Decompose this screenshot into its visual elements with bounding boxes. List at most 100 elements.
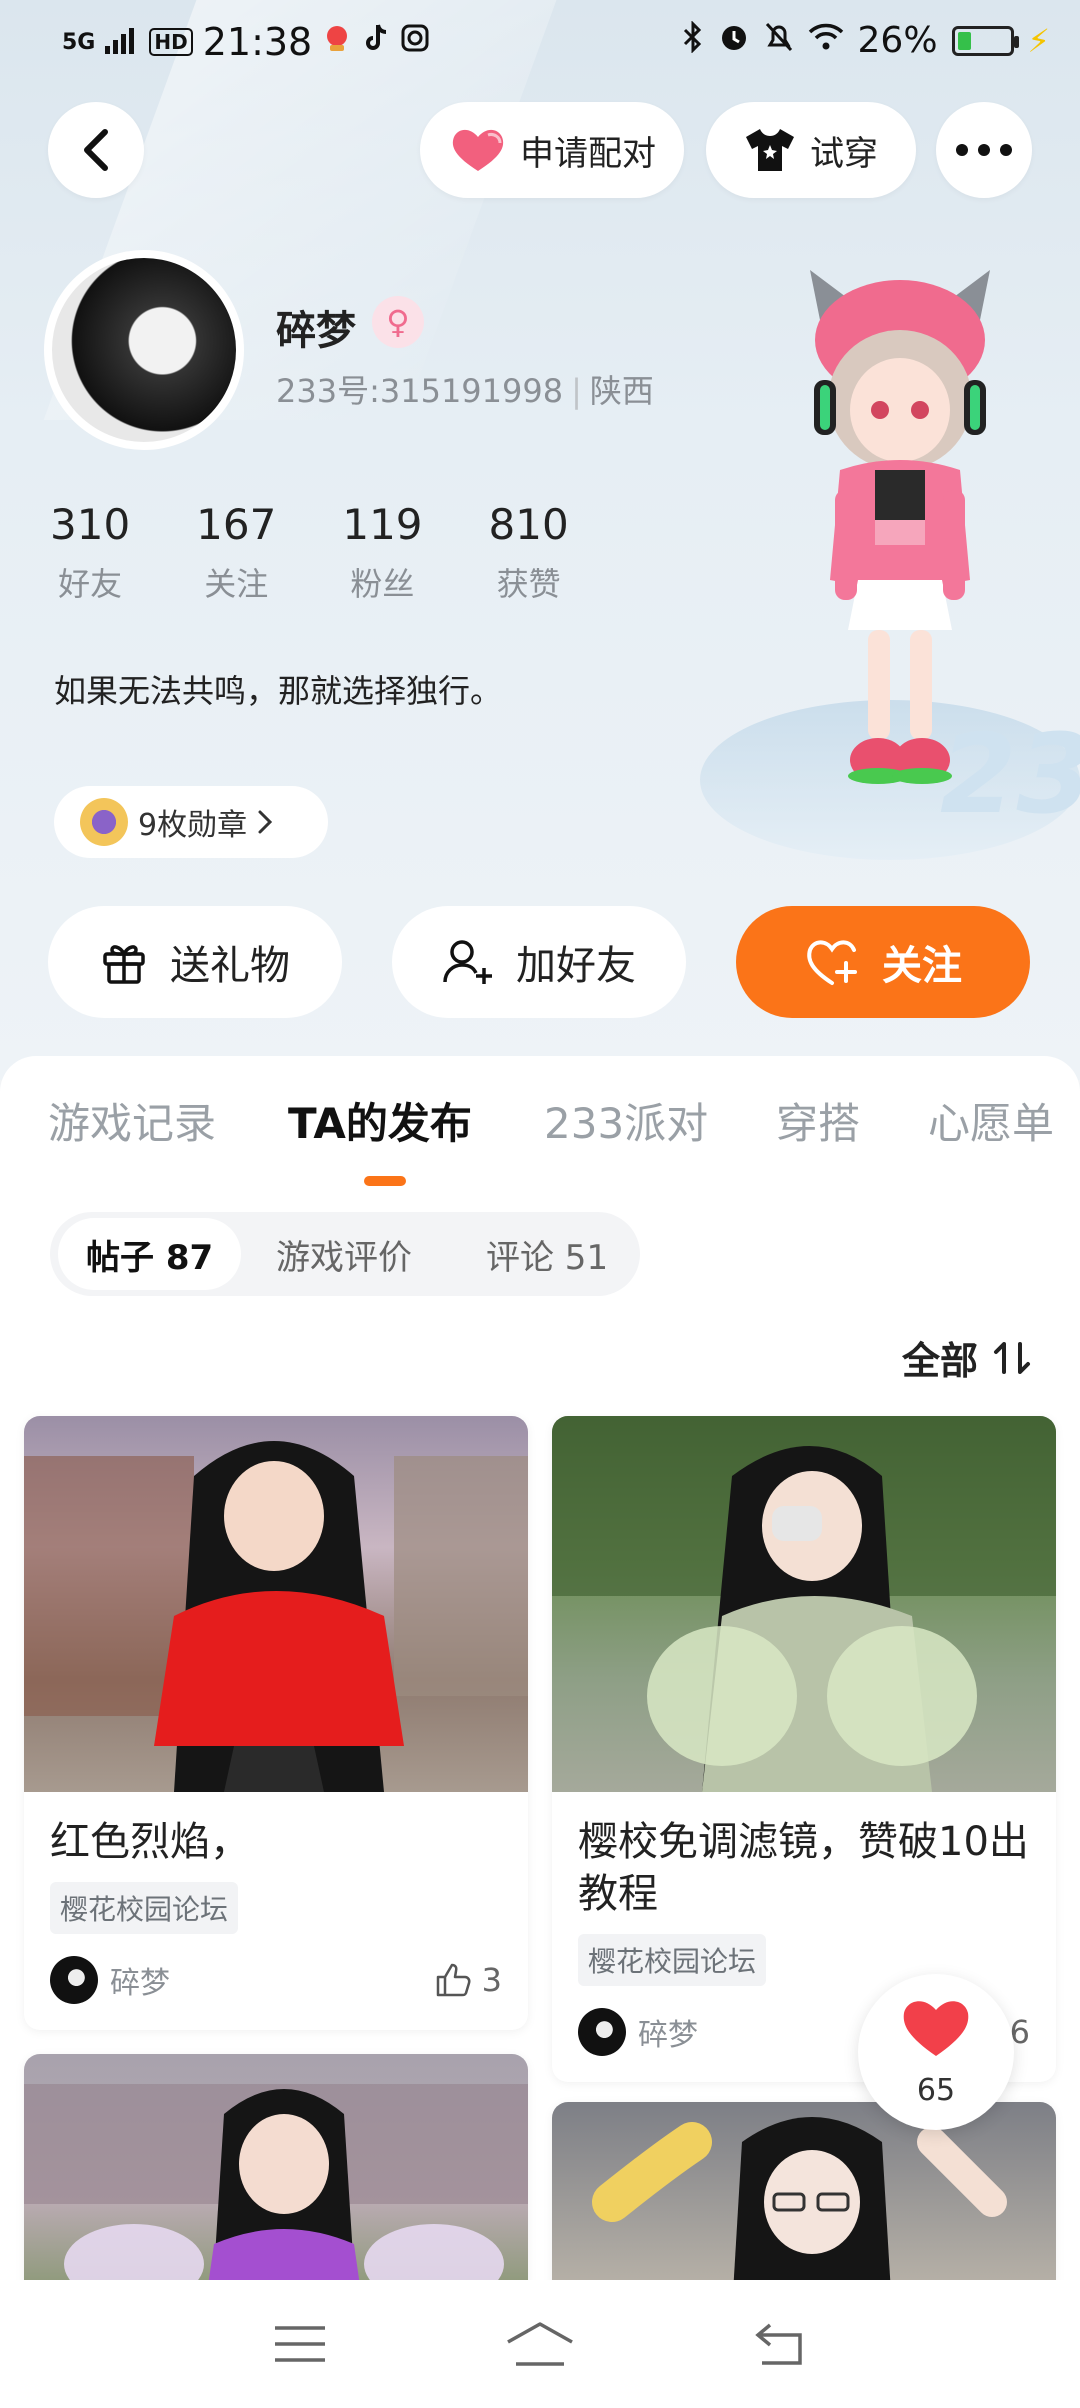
profile-name: 碎梦 [276,308,356,354]
back-arrow-icon [755,2323,802,2365]
post-image [552,1416,1056,1792]
request-pair-button[interactable]: 申请配对 [420,102,684,198]
tab-wishlist[interactable]: 心愿单 [928,1090,1054,1151]
wifi-icon [808,23,844,59]
sort-label: 全部 [901,1339,978,1383]
status-time: 21:38 [202,20,313,64]
follow-label: 关注 [882,943,962,989]
thumbs-up-icon [436,1963,471,1997]
follow-button[interactable]: 关注 [736,906,1030,1018]
charging-icon: ⚡ [1027,21,1050,60]
post-card[interactable]: 红色烈焰， 樱花校园论坛 碎梦 3 [24,1416,528,2030]
battery-percent: 26% [857,20,938,61]
tiktok-icon [362,23,390,61]
post-title: 红色烈焰， [50,1819,250,1865]
send-gift-label: 送礼物 [170,943,290,989]
stat-number: 810 [488,500,569,549]
back-button[interactable] [48,102,144,198]
chevron-left-icon [84,129,108,171]
post-image [24,1416,528,1792]
stat-friends[interactable]: 310 好友 [50,500,130,605]
avatar-image [52,258,236,442]
status-bar: 5G HD 21:38 26% ⚡ [0,0,1080,90]
heart-pair-icon [452,129,504,171]
profile-region: 陕西 [589,372,654,410]
post-figure [24,1441,528,1792]
subtab-comments[interactable]: 评论 51 [486,1212,608,1296]
medals-label: 9枚勋章 [138,808,248,843]
try-on-button[interactable]: 试穿 [706,102,916,198]
add-friend-button[interactable]: 加好友 [392,906,686,1018]
sort-dropdown[interactable]: 全部 [902,1330,1032,1385]
more-dots-icon [956,144,1012,156]
subtab-game-reviews[interactable]: 游戏评价 [276,1212,412,1296]
post-forum-tag[interactable]: 樱花校园论坛 [578,1934,767,1986]
stat-fans[interactable]: 119 粉丝 [342,500,422,605]
stat-label: 获赞 [496,565,561,603]
profile-avatar[interactable] [44,250,244,450]
post-title: 樱校免调滤镜，赞破10出教程 [578,1819,1029,1917]
mute-icon [764,21,794,61]
tshirt-icon [746,129,794,171]
hd-badge: HD [149,28,193,56]
medals-badge-button[interactable]: 9枚勋章 [54,786,328,858]
system-nav-bar [0,2280,1080,2408]
author-avatar[interactable] [50,1956,98,2004]
active-tab-indicator [364,1176,406,1186]
alarm-icon [718,21,750,61]
profile-bio: 如果无法共鸣，那就选择独行。 [54,672,503,710]
tab-game-records[interactable]: 游戏记录 [48,1090,216,1151]
request-pair-label: 申请配对 [520,133,656,174]
tab-ta-posts[interactable]: TA的发布 [288,1090,472,1151]
menu-icon [275,2326,325,2362]
stat-number: 167 [196,500,277,549]
signal-icon [105,22,139,63]
add-friend-label: 加好友 [516,943,636,989]
tab-outfits[interactable]: 穿搭 [776,1090,860,1151]
post-filter-tabs: 帖子 87 游戏评价 评论 51 [50,1212,640,1296]
subtab-posts[interactable]: 帖子 87 [58,1218,242,1290]
floating-like-button[interactable]: 65 [858,1974,1014,2130]
home-icon [507,2322,573,2366]
floating-like-count: 65 [916,2073,956,2108]
back-nav-button[interactable] [740,2314,820,2374]
stat-label: 关注 [204,565,269,603]
post-forum-tag[interactable]: 樱花校园论坛 [50,1882,239,1934]
like-count: 3 [481,1961,502,1999]
signal-label: 5G [62,29,96,55]
stat-following[interactable]: 167 关注 [196,500,276,605]
home-nav-button[interactable] [500,2314,580,2374]
tab-233-party[interactable]: 233派对 [544,1090,708,1151]
like-button[interactable]: 3 [436,1961,502,1999]
author-avatar[interactable] [578,2008,626,2056]
battery-fill [957,31,972,50]
profile-id-line: 233号:315191998 | 陕西 [276,366,654,412]
battery-icon [951,25,1019,56]
sort-icon [994,1341,1030,1374]
profile-uid: 233号:315191998 [276,372,564,410]
stat-number: 119 [342,500,423,549]
menu-nav-button[interactable] [260,2314,340,2374]
try-on-label: 试穿 [810,133,878,174]
stat-label: 粉丝 [350,565,415,603]
app-notification-icon [322,23,352,61]
post-figure [552,1416,1056,1792]
heart-plus-icon [807,940,857,985]
uid-separator: | [571,372,582,410]
gift-icon [103,945,145,984]
chevron-right-icon [258,810,273,834]
female-gender-icon: ♀ [372,296,424,348]
stat-likes[interactable]: 810 获赞 [489,500,569,605]
send-gift-button[interactable]: 送礼物 [48,906,342,1018]
medal-icon [80,798,128,846]
post-footer: 碎梦 3 [24,1934,528,2030]
avatar-character[interactable] [780,260,1020,800]
profile-stats: 310 好友 167 关注 119 粉丝 810 获赞 [50,500,569,605]
stat-label: 好友 [58,565,123,603]
author-name[interactable]: 碎梦 [110,1958,436,2002]
more-button[interactable] [936,102,1032,198]
bluetooth-icon [682,19,704,61]
heart-icon [900,1996,972,2069]
post-card[interactable]: 樱校免调滤镜，赞破10出教程 樱花校园论坛 碎梦 6 [552,1416,1056,2082]
profile-tabs: 游戏记录 TA的发布 233派对 穿搭 心愿单 [0,1090,1080,1170]
